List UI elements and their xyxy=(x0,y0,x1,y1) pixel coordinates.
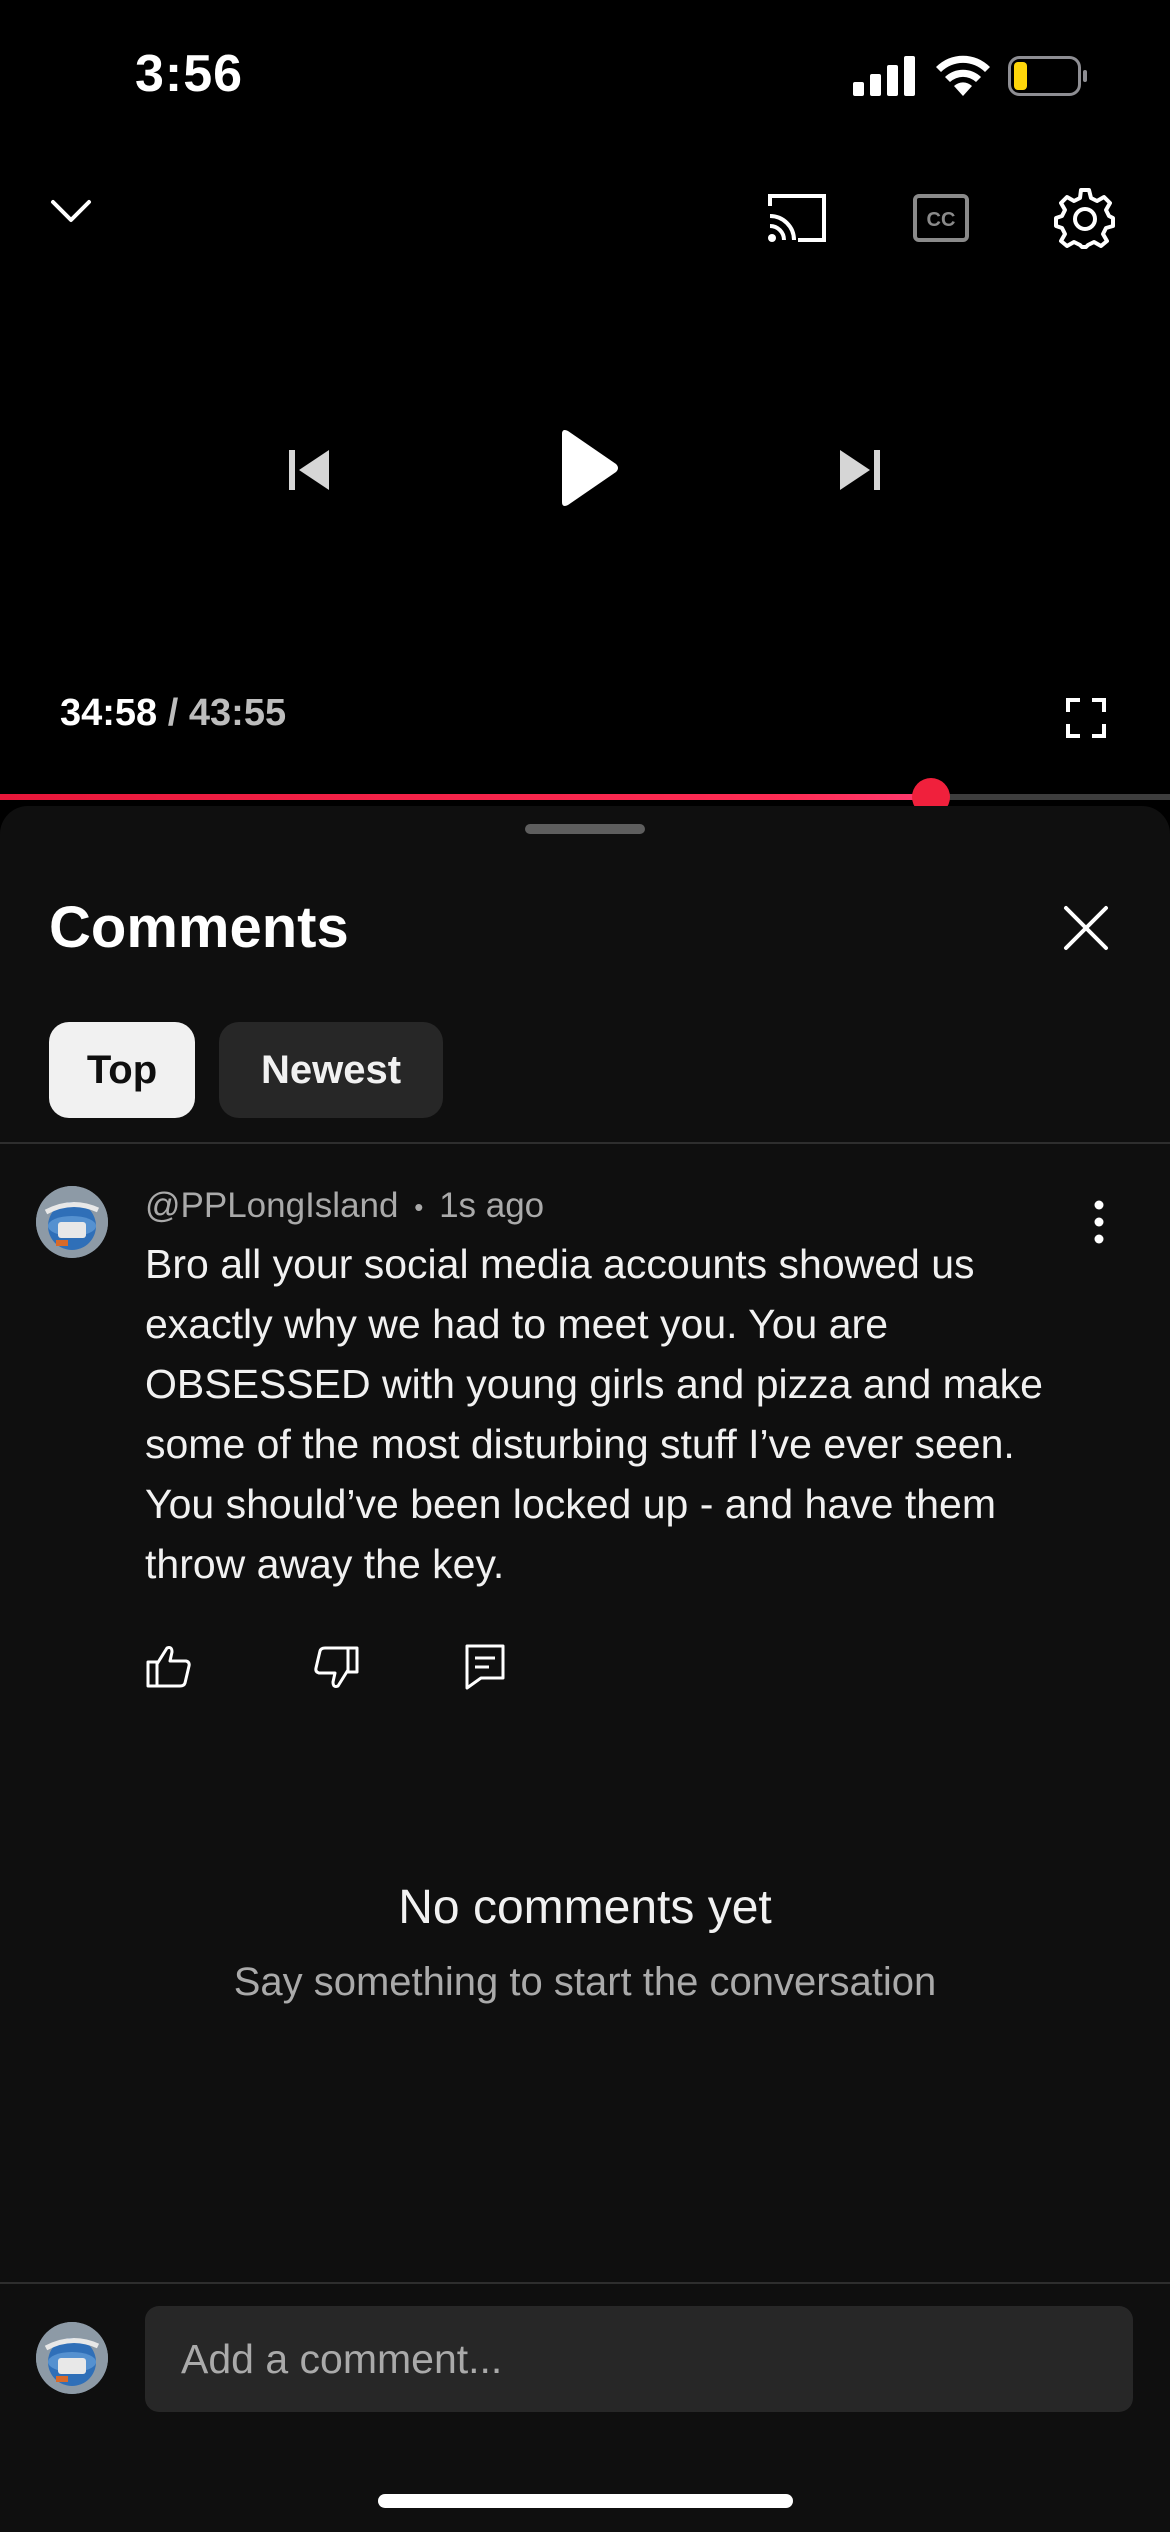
captions-icon[interactable]: CC xyxy=(913,194,969,242)
meta-dot: • xyxy=(414,1192,424,1223)
comment-text: Bro all your social media accounts showe… xyxy=(145,1241,1043,1587)
comment-input[interactable] xyxy=(145,2306,1133,2412)
wifi-icon xyxy=(936,55,990,96)
home-indicator[interactable] xyxy=(378,2494,793,2508)
video-timecode: 34:58 / 43:55 xyxy=(60,692,286,735)
empty-state-subtitle: Say something to start the conversation xyxy=(233,1960,937,2004)
video-duration: 43:55 xyxy=(188,692,287,734)
comments-title: Comments xyxy=(49,895,349,960)
avatar[interactable] xyxy=(36,1186,108,1258)
like-icon[interactable] xyxy=(146,1644,192,1688)
current-time: 34:58 xyxy=(60,692,158,734)
comment-meta: @PPLongIsland • 1s ago xyxy=(145,1186,544,1226)
comment-time: 1s ago xyxy=(439,1186,545,1225)
comments-panel: Comments Top Newest @PPLongIsland • 1s a… xyxy=(0,806,1170,2532)
play-icon[interactable] xyxy=(556,428,620,508)
next-icon[interactable] xyxy=(838,448,882,492)
input-divider xyxy=(0,2282,1170,2284)
status-bar: 3:56 xyxy=(0,0,1170,150)
progress-bar[interactable] xyxy=(0,794,1170,800)
battery-low-icon xyxy=(1008,56,1087,96)
more-options-icon[interactable] xyxy=(1093,1200,1105,1244)
empty-state-title: No comments yet xyxy=(398,1881,772,1934)
sort-chip-newest[interactable]: Newest xyxy=(219,1022,443,1118)
cellular-signal-icon xyxy=(853,56,915,96)
channel-logo-icon xyxy=(36,2322,108,2394)
cast-icon[interactable] xyxy=(766,192,828,244)
current-user-avatar xyxy=(36,2322,108,2394)
header-divider xyxy=(0,1142,1170,1144)
fullscreen-icon[interactable] xyxy=(1066,698,1106,738)
svg-text:CC: CC xyxy=(927,209,956,231)
previous-icon[interactable] xyxy=(287,448,331,492)
drag-handle[interactable] xyxy=(525,824,645,834)
collapse-chevron-icon[interactable] xyxy=(50,198,92,224)
channel-logo-icon xyxy=(36,1186,108,1258)
comment-input-box[interactable] xyxy=(145,2306,1133,2412)
reply-icon[interactable] xyxy=(465,1644,505,1690)
time-separator: / xyxy=(167,692,179,734)
dislike-icon[interactable] xyxy=(313,1646,359,1690)
comment-author[interactable]: @PPLongIsland xyxy=(145,1186,398,1225)
progress-played xyxy=(0,794,932,800)
settings-gear-icon[interactable] xyxy=(1054,188,1116,250)
close-icon[interactable] xyxy=(1062,904,1110,952)
status-time: 3:56 xyxy=(135,45,244,103)
sort-chip-top[interactable]: Top xyxy=(49,1022,195,1118)
